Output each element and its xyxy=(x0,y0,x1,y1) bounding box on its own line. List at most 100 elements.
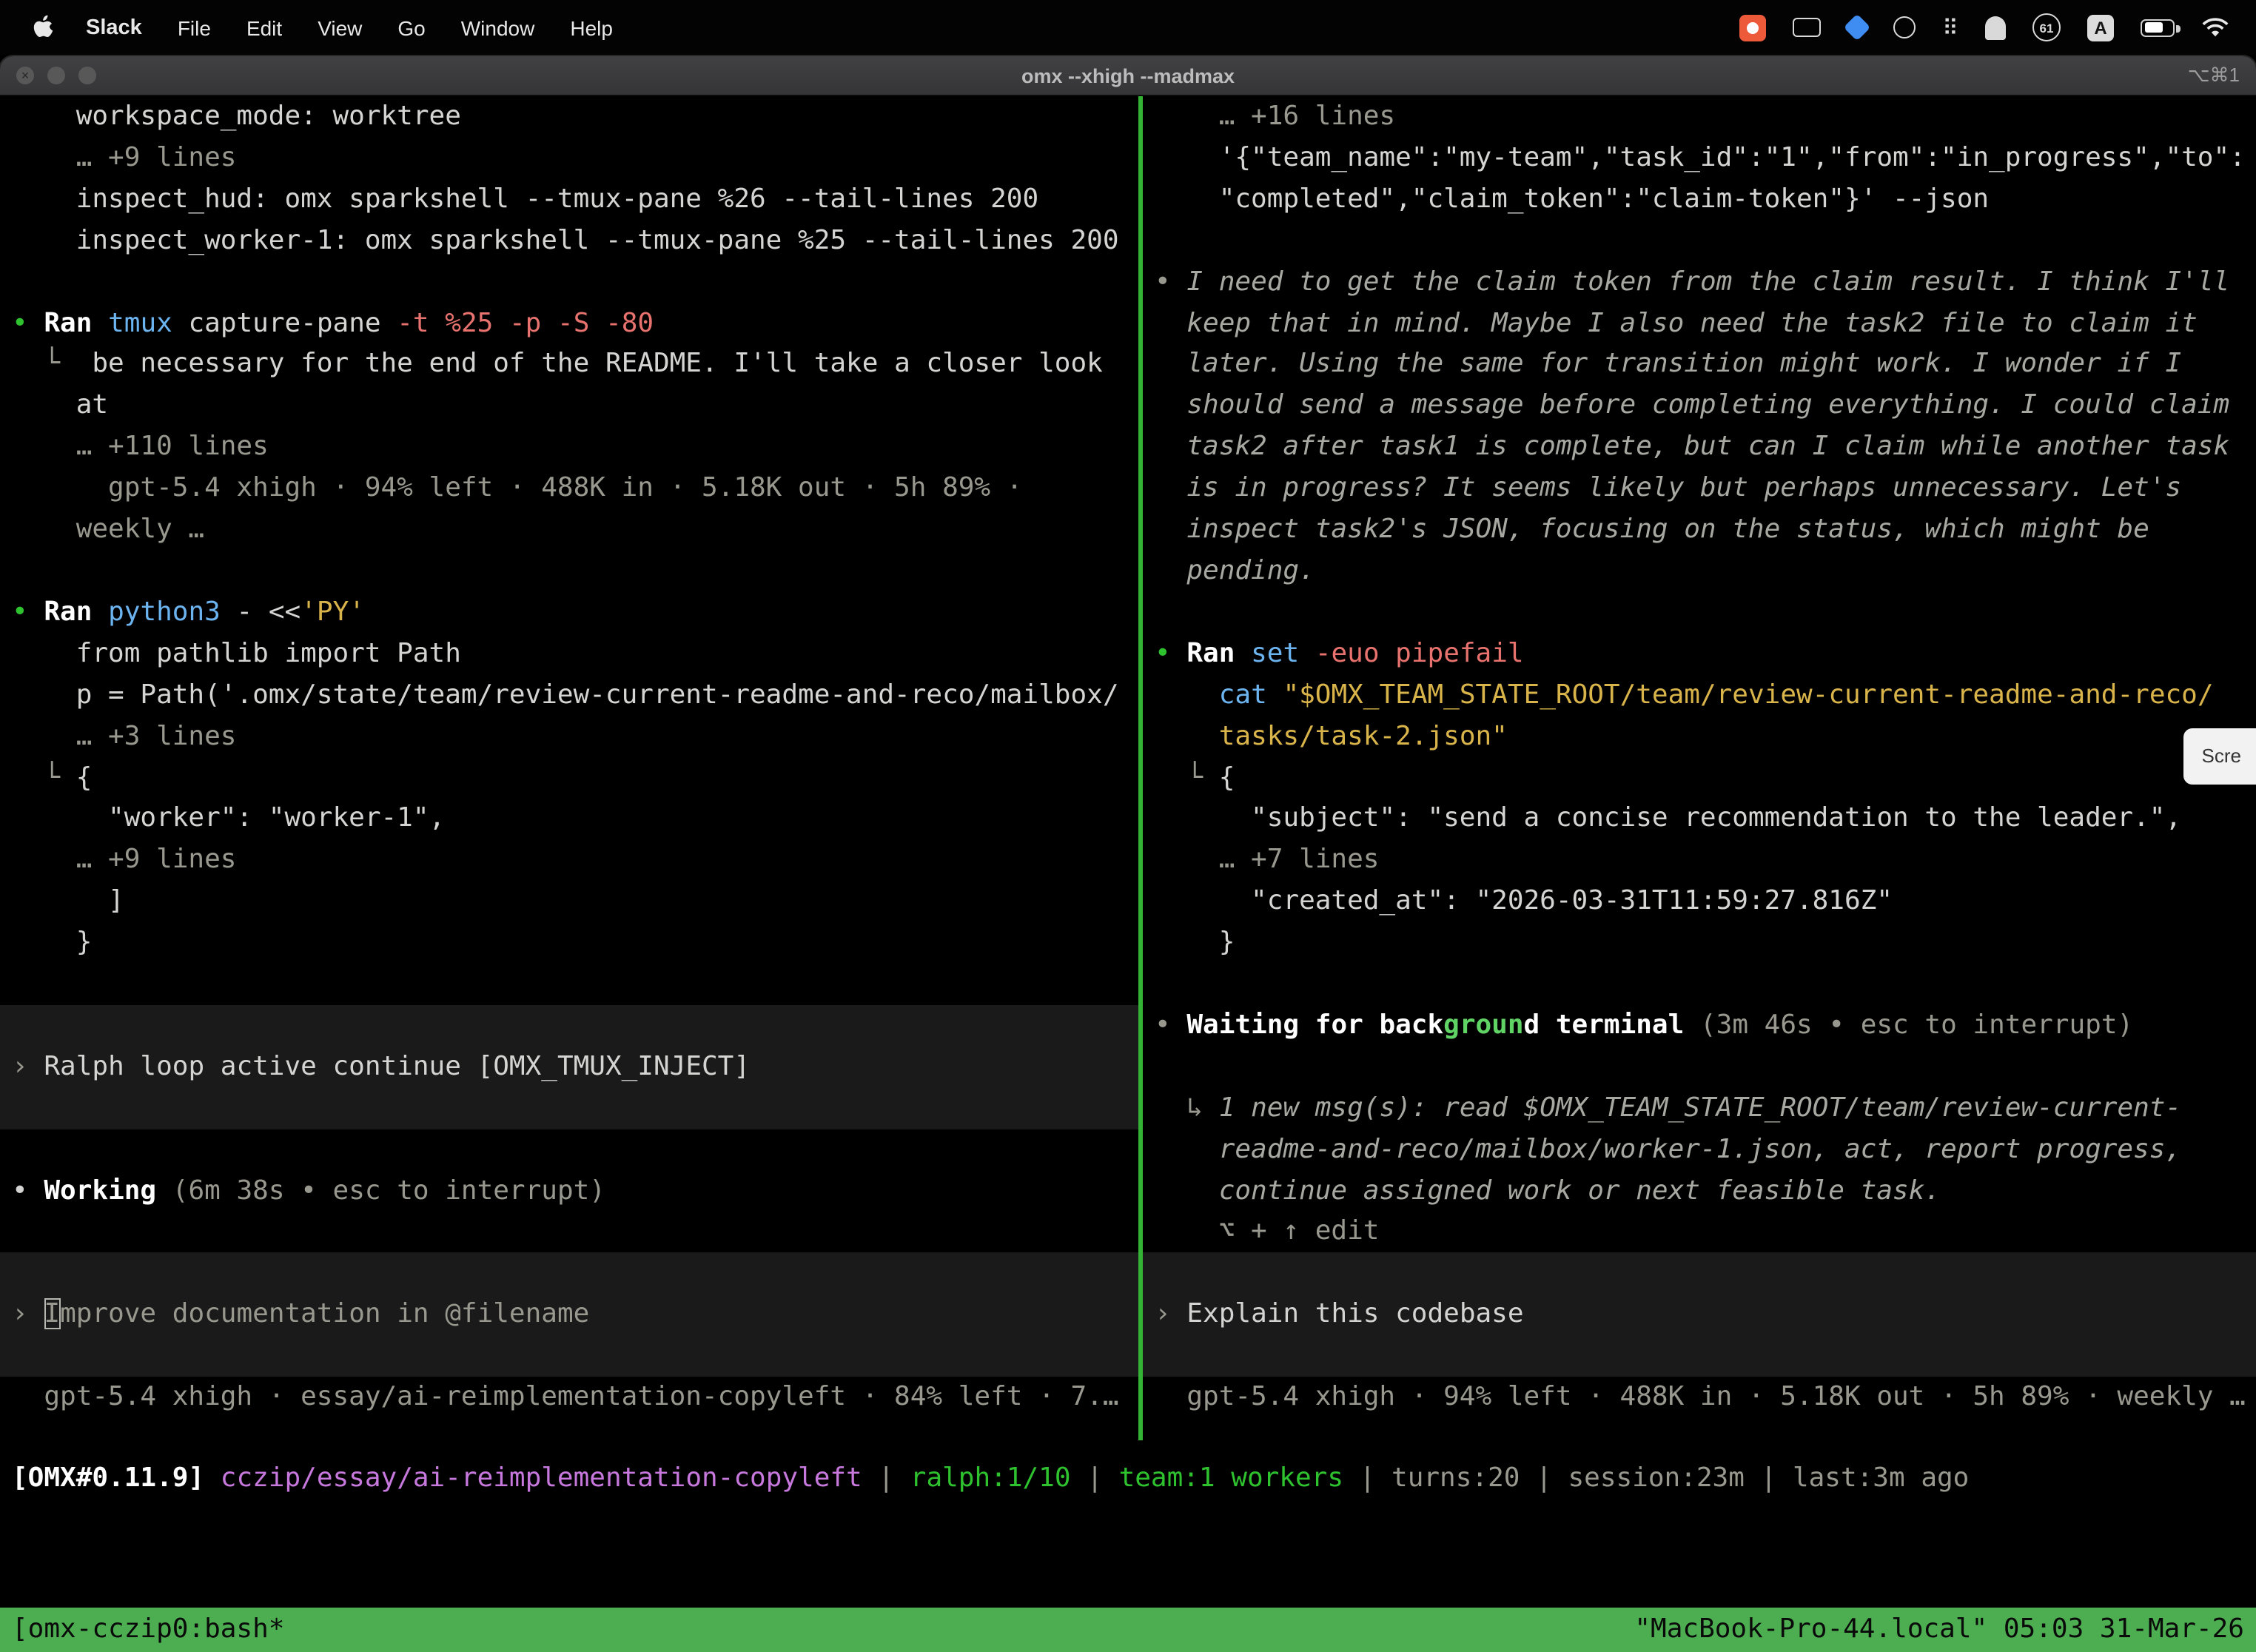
screenshot-notification[interactable]: Scre xyxy=(2184,728,2256,785)
terminal-line: } xyxy=(12,922,1127,964)
menu-item-file[interactable]: File xyxy=(160,16,229,39)
keyboard-icon[interactable] xyxy=(1793,18,1821,37)
terminal-line: … +9 lines xyxy=(12,138,1127,179)
terminal-line: '{"team_name":"my-team","task_id":"1","f… xyxy=(1155,138,2244,179)
tmux-session-label: [omx-cczip0:bash* xyxy=(12,1609,284,1651)
terminal-segment: "completed","claim_token":"claim-token"}… xyxy=(1155,184,1989,215)
battery-percent-badge[interactable]: 61 xyxy=(2032,13,2061,41)
status-segment: | xyxy=(862,1463,910,1494)
terminal-line: • Ran tmux capture-pane -t %25 -p -S -80 xyxy=(12,303,1127,344)
terminal-segment: └ xyxy=(12,349,92,380)
terminal-segment: -p xyxy=(509,307,557,338)
menu-item-go[interactable]: Go xyxy=(380,16,443,39)
terminal-segment: -S xyxy=(557,307,605,338)
input-source-icon[interactable]: A xyxy=(2087,14,2114,41)
screen-recording-icon[interactable] xyxy=(1739,14,1766,41)
terminal-segment: └ xyxy=(12,762,76,793)
terminal-segment: later. Using the same for transition mig… xyxy=(1155,349,2181,380)
screen: Slack File Edit View Go Window Help ⠿ 61… xyxy=(0,0,2256,1652)
prompt-suggestion-row[interactable]: › Improve documentation in @filename xyxy=(0,1253,1138,1377)
minimize-button[interactable] xyxy=(47,67,65,84)
terminal-line: task2 after task1 is complete, but can I… xyxy=(1155,427,2244,469)
terminal-line: gpt-5.4 xhigh · 94% left · 488K in · 5.1… xyxy=(12,468,1127,509)
terminal-line xyxy=(1155,220,2244,261)
terminal-line: ↳ 1 new msg(s): read $OMX_TEAM_STATE_ROO… xyxy=(1155,1088,2244,1129)
wifi-icon[interactable] xyxy=(2201,17,2229,38)
terminal-segment: … +7 lines xyxy=(1155,845,1379,876)
terminal-line xyxy=(12,1129,1127,1170)
terminal-line: later. Using the same for transition mig… xyxy=(1155,344,2244,386)
menu-item-view[interactable]: View xyxy=(300,16,380,39)
terminal-segment: weekly … xyxy=(12,514,204,545)
pane-right[interactable]: … +16 lines '{"team_name":"my-team","tas… xyxy=(1143,96,2256,1420)
pane-left[interactable]: workspace_mode: worktree … +9 lines insp… xyxy=(0,96,1138,1420)
terminal-line xyxy=(12,1212,1127,1253)
terminal-segment: … +110 lines xyxy=(12,432,269,463)
terminal-line: └ { xyxy=(1155,757,2244,799)
terminal-line: gpt-5.4 xhigh · 94% left · 488K in · 5.1… xyxy=(1155,1377,2244,1418)
terminal-segment: I need to get the claim token from the c… xyxy=(1186,266,2229,297)
terminal-line xyxy=(12,551,1127,592)
menubar-status-icons: ⠿ 61 A xyxy=(1739,13,2256,41)
terminal-segment: } xyxy=(12,927,92,958)
terminal-line xyxy=(1155,964,2244,1005)
terminal-segment: "worker": "worker-1", xyxy=(12,803,445,834)
status-segment: session:23m xyxy=(1568,1463,1744,1494)
terminal-segment: python3 xyxy=(108,597,236,628)
terminal-window: × omx --xhigh --madmax ⌥⌘1 workspace_mod… xyxy=(0,56,2256,1652)
terminal-segment: mprove documentation in @filename xyxy=(60,1298,589,1329)
apple-icon xyxy=(33,15,53,40)
terminal-segment: gpt-5.4 xhigh · 94% left · 488K in · 5.1… xyxy=(12,472,1022,503)
terminal-segment: › xyxy=(1155,1299,1186,1330)
terminal-segment: gpt-5.4 xhigh · 94% left · 488K in · 5.1… xyxy=(1155,1381,2246,1412)
terminal-segment: • xyxy=(12,307,44,338)
terminal-line: • Ran python3 - <<'PY' xyxy=(12,592,1127,634)
menu-item-edit[interactable]: Edit xyxy=(229,16,300,39)
terminal-line: • Ran set -euo pipefail xyxy=(1155,634,2244,675)
terminal-segment: { xyxy=(1219,762,1235,793)
terminal-line xyxy=(1155,1047,2244,1088)
ghost-icon[interactable] xyxy=(1985,16,2006,39)
window-titlebar[interactable]: × omx --xhigh --madmax ⌥⌘1 xyxy=(0,56,2256,96)
status-segment: team:1 workers xyxy=(1119,1463,1343,1494)
terminal-segment: Working xyxy=(44,1175,172,1206)
window-shortcut: ⌥⌘1 xyxy=(2188,64,2240,87)
terminal-segment: • xyxy=(1155,266,1186,297)
terminal-line: "created_at": "2026-03-31T11:59:27.816Z" xyxy=(1155,881,2244,922)
traffic-lights: × xyxy=(16,56,96,95)
menu-item-help[interactable]: Help xyxy=(552,16,631,39)
terminal-segment: └ xyxy=(1155,762,1219,793)
tmux-status-bar: [omx-cczip0:bash* "MacBook-Pro-44.local"… xyxy=(0,1608,2256,1652)
macos-menubar: Slack File Edit View Go Window Help ⠿ 61… xyxy=(0,0,2256,55)
close-button[interactable]: × xyxy=(16,67,34,84)
app-grid-icon[interactable]: ⠿ xyxy=(1942,14,1958,41)
terminal-segment: task2 after task1 is complete, but can I… xyxy=(1155,432,2229,463)
status-segment: cczip/essay/ai-reimplementation-copyleft xyxy=(221,1463,862,1494)
menu-item-window[interactable]: Window xyxy=(443,16,553,39)
terminal-segment: … +9 lines xyxy=(12,142,236,173)
raycast-icon[interactable] xyxy=(1844,14,1871,41)
terminal-segment: (3m 46s • esc to interrupt) xyxy=(1700,1010,2133,1041)
zoom-button[interactable] xyxy=(78,67,96,84)
terminal-segment: set xyxy=(1251,638,1315,669)
apple-menu[interactable] xyxy=(21,15,68,40)
terminal-segment: at xyxy=(12,390,108,421)
terminal-segment: › xyxy=(12,1298,44,1329)
terminal-segment: • xyxy=(1155,638,1186,669)
prompt-suggestion-row[interactable]: › Ralph loop active continue [OMX_TMUX_I… xyxy=(0,1005,1138,1129)
terminal-segment: Waiting for back xyxy=(1186,1010,1443,1041)
battery-icon[interactable] xyxy=(2141,19,2175,36)
terminal-segment: should send a message before completing … xyxy=(1155,390,2229,421)
terminal-line: "subject": "send a concise recommendatio… xyxy=(1155,799,2244,840)
terminal-line xyxy=(12,261,1127,303)
status-segment: | xyxy=(1343,1463,1391,1494)
terminal-line: └ { xyxy=(12,757,1127,799)
record-circle-icon[interactable] xyxy=(1893,16,1916,38)
menu-item-slack[interactable]: Slack xyxy=(68,16,160,39)
terminal-line: is in progress? It seems likely but perh… xyxy=(1155,468,2244,509)
status-segment: | xyxy=(1745,1463,1793,1494)
prompt-suggestion-row[interactable]: › Explain this codebase xyxy=(1143,1253,2256,1377)
terminal-segment: … +16 lines xyxy=(1155,101,1395,132)
terminal-line: • I need to get the claim token from the… xyxy=(1155,261,2244,303)
terminal-line: • Waiting for background terminal (3m 46… xyxy=(1155,1005,2244,1047)
